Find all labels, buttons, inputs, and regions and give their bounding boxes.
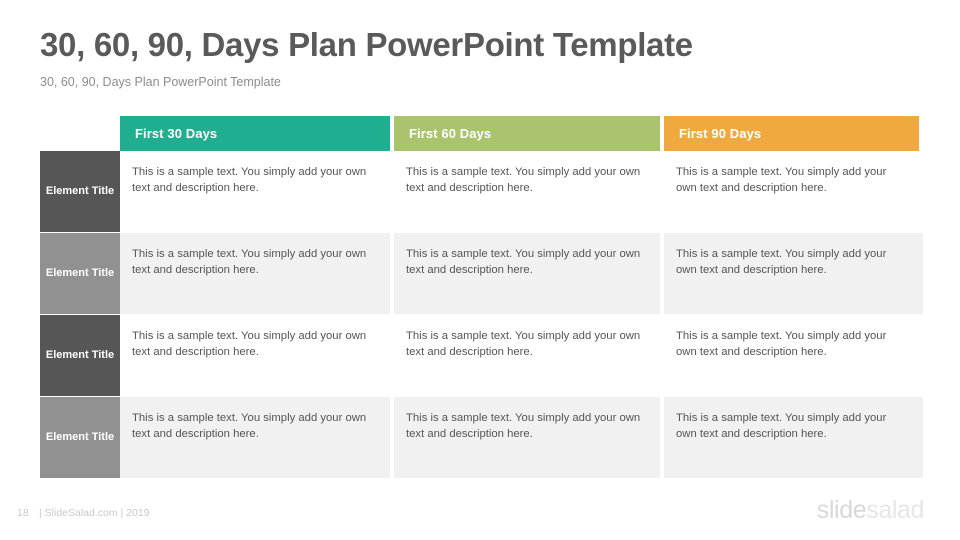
table-header-row: First 30 Days First 60 Days First 90 Day… [120,116,919,151]
row-cells: This is a sample text. You simply add yo… [120,397,923,478]
table-cell: This is a sample text. You simply add yo… [664,233,923,314]
table-body: Element Title This is a sample text. You… [40,151,923,478]
row-cells: This is a sample text. You simply add yo… [120,315,923,396]
slide-footer: 18 | SlideSalad.com | 2019 slidesalad [0,496,960,529]
column-header-label: First 30 Days [135,126,218,141]
row-cells: This is a sample text. You simply add yo… [120,233,923,314]
table-row: Element Title This is a sample text. You… [40,233,923,314]
table-cell: This is a sample text. You simply add yo… [120,315,390,396]
table-cell: This is a sample text. You simply add yo… [664,397,923,478]
table-row: Element Title This is a sample text. You… [40,397,923,478]
row-cells: This is a sample text. You simply add yo… [120,151,923,232]
column-header-label: First 60 Days [409,126,492,141]
row-title-label: Element Title [45,431,115,444]
table-row: Element Title This is a sample text. You… [40,315,923,396]
column-header-first-30-days: First 30 Days [120,116,390,151]
page-subtitle: 30, 60, 90, Days Plan PowerPoint Templat… [40,74,281,89]
table-cell: This is a sample text. You simply add yo… [120,397,390,478]
slidesalad-logo: slidesalad [816,496,925,525]
table-cell: This is a sample text. You simply add yo… [394,233,660,314]
footer-page-number: 18 [17,507,29,519]
column-header-first-60-days: First 60 Days [394,116,660,151]
row-title-label: Element Title [45,185,115,198]
row-title-cell: Element Title [40,151,120,232]
footer-credit: | SlideSalad.com | 2019 [39,507,150,519]
table-cell: This is a sample text. You simply add yo… [120,233,390,314]
table-cell: This is a sample text. You simply add yo… [664,315,923,396]
plan-table: First 30 Days First 60 Days First 90 Day… [40,116,923,478]
table-cell: This is a sample text. You simply add yo… [120,151,390,232]
row-title-cell: Element Title [40,315,120,396]
logo-text-salad: salad [866,496,924,524]
slide-header: 30, 60, 90, Days Plan PowerPoint Templat… [40,26,920,90]
row-title-cell: Element Title [40,397,120,478]
table-cell: This is a sample text. You simply add yo… [664,151,923,232]
logo-text-slide: slide [816,496,867,524]
table-row: Element Title This is a sample text. You… [40,151,923,232]
column-header-first-90-days: First 90 Days [664,116,919,151]
row-title-cell: Element Title [40,233,120,314]
row-title-label: Element Title [45,267,115,280]
table-cell: This is a sample text. You simply add yo… [394,315,660,396]
table-cell: This is a sample text. You simply add yo… [394,151,660,232]
page-title: 30, 60, 90, Days Plan PowerPoint Templat… [40,26,693,63]
table-cell: This is a sample text. You simply add yo… [394,397,660,478]
column-header-label: First 90 Days [679,126,762,141]
row-title-label: Element Title [45,349,115,362]
